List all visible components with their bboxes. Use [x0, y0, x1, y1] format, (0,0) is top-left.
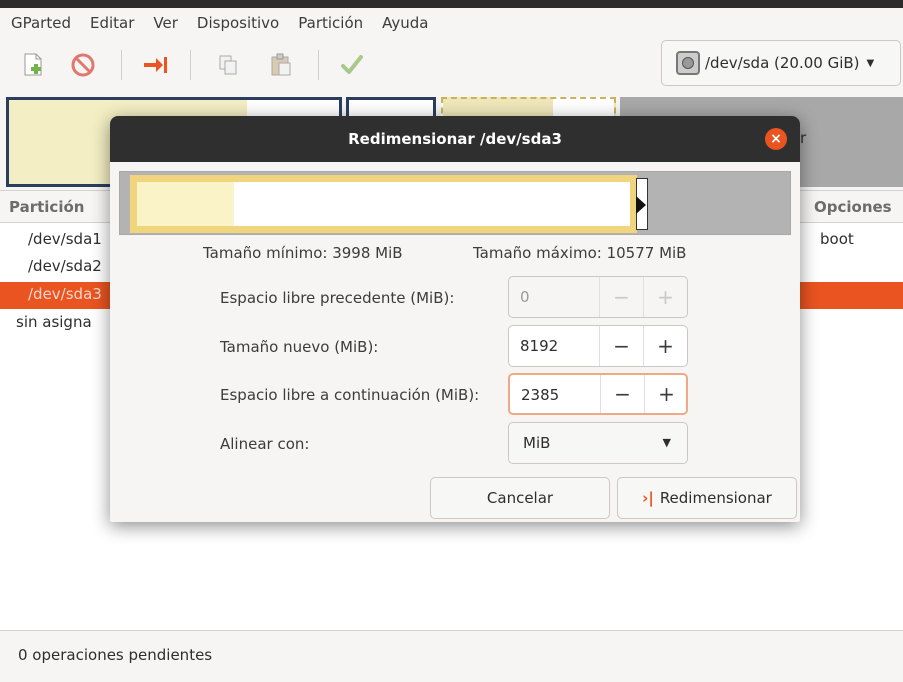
top-edge-bar	[0, 0, 903, 8]
close-icon[interactable]: ×	[765, 128, 787, 150]
align-value: MiB	[523, 434, 551, 452]
new-size-label: Tamaño nuevo (MiB):	[220, 338, 379, 356]
menu-ver[interactable]: Ver	[153, 14, 178, 32]
menu-dispositivo[interactable]: Dispositivo	[197, 14, 279, 32]
resize-dialog: Redimensionar /dev/sda3 × Tamaño mínimo:…	[110, 116, 800, 522]
free-space-preceding-spin[interactable]: 0 − +	[508, 276, 688, 318]
increment-button[interactable]: +	[644, 375, 688, 413]
menu-ayuda[interactable]: Ayuda	[382, 14, 428, 32]
handle-arrow-icon	[636, 196, 646, 214]
decrement-button[interactable]: −	[599, 326, 643, 366]
paste-icon[interactable]	[268, 52, 294, 78]
menu-gparted[interactable]: GParted	[11, 14, 71, 32]
increment-button[interactable]: +	[643, 326, 687, 366]
partial-label: r	[800, 129, 807, 147]
chevron-down-icon: ▼	[866, 57, 875, 69]
min-size-label: Tamaño mínimo: 3998 MiB	[203, 244, 403, 262]
partition-name: /dev/sda1	[28, 230, 102, 248]
toolbar-separator	[190, 50, 191, 80]
resize-move-icon[interactable]	[142, 52, 168, 78]
resize-button-label: Redimensionar	[659, 489, 772, 507]
partition-flag: boot	[820, 230, 854, 248]
pending-operations-label: 0 operaciones pendientes	[18, 646, 213, 664]
toolbar: /dev/sda (20.00 GiB) ▼	[0, 38, 903, 93]
partition-block[interactable]	[130, 175, 637, 233]
align-select[interactable]: MiB ▼	[508, 422, 688, 464]
decrement-button[interactable]: −	[600, 375, 644, 413]
used-space-fill	[137, 182, 234, 226]
free-space-following-label: Espacio libre a continuación (MiB):	[220, 386, 480, 404]
copy-icon[interactable]	[215, 52, 241, 78]
spin-value[interactable]: 0	[520, 288, 530, 306]
increment-button[interactable]: +	[643, 277, 687, 317]
chevron-down-icon: ▼	[662, 436, 671, 449]
spin-value[interactable]: 8192	[520, 337, 558, 355]
harddisk-icon	[676, 51, 700, 75]
resize-slider[interactable]	[119, 171, 791, 235]
column-header-options[interactable]: Opciones	[814, 198, 892, 216]
free-space-preceding-label: Espacio libre precedente (MiB):	[220, 289, 455, 307]
menu-bar: GParted Editar Ver Dispositivo Partición…	[0, 8, 903, 38]
resize-icon: ›|	[642, 489, 654, 507]
delete-icon[interactable]	[70, 52, 96, 78]
free-space-following-spin[interactable]: 2385 − +	[508, 373, 688, 415]
resize-button[interactable]: ›| Redimensionar	[617, 477, 797, 519]
column-header-partition[interactable]: Partición	[9, 198, 84, 216]
partition-name: /dev/sda2	[28, 257, 102, 275]
dialog-title: Redimensionar /dev/sda3	[348, 130, 562, 148]
align-label: Alinear con:	[220, 435, 310, 453]
dialog-title-bar[interactable]: Redimensionar /dev/sda3 ×	[110, 116, 800, 162]
toolbar-separator	[121, 50, 122, 80]
device-selector-label: /dev/sda (20.00 GiB)	[705, 54, 860, 72]
partition-name: /dev/sda3	[28, 285, 102, 303]
new-size-spin[interactable]: 8192 − +	[508, 325, 688, 367]
cancel-button[interactable]: Cancelar	[430, 477, 610, 519]
cancel-button-label: Cancelar	[486, 489, 554, 507]
menu-particion[interactable]: Partición	[298, 14, 363, 32]
partition-name: sin asigna	[16, 313, 92, 331]
apply-icon[interactable]	[339, 52, 365, 78]
spin-value[interactable]: 2385	[521, 386, 559, 404]
max-size-label: Tamaño máximo: 10577 MiB	[473, 244, 687, 262]
decrement-button[interactable]: −	[599, 277, 643, 317]
menu-editar[interactable]: Editar	[90, 14, 134, 32]
new-partition-icon[interactable]	[20, 52, 46, 78]
toolbar-separator	[318, 50, 319, 80]
device-selector[interactable]: /dev/sda (20.00 GiB) ▼	[661, 40, 901, 86]
status-bar: 0 operaciones pendientes	[0, 630, 903, 682]
